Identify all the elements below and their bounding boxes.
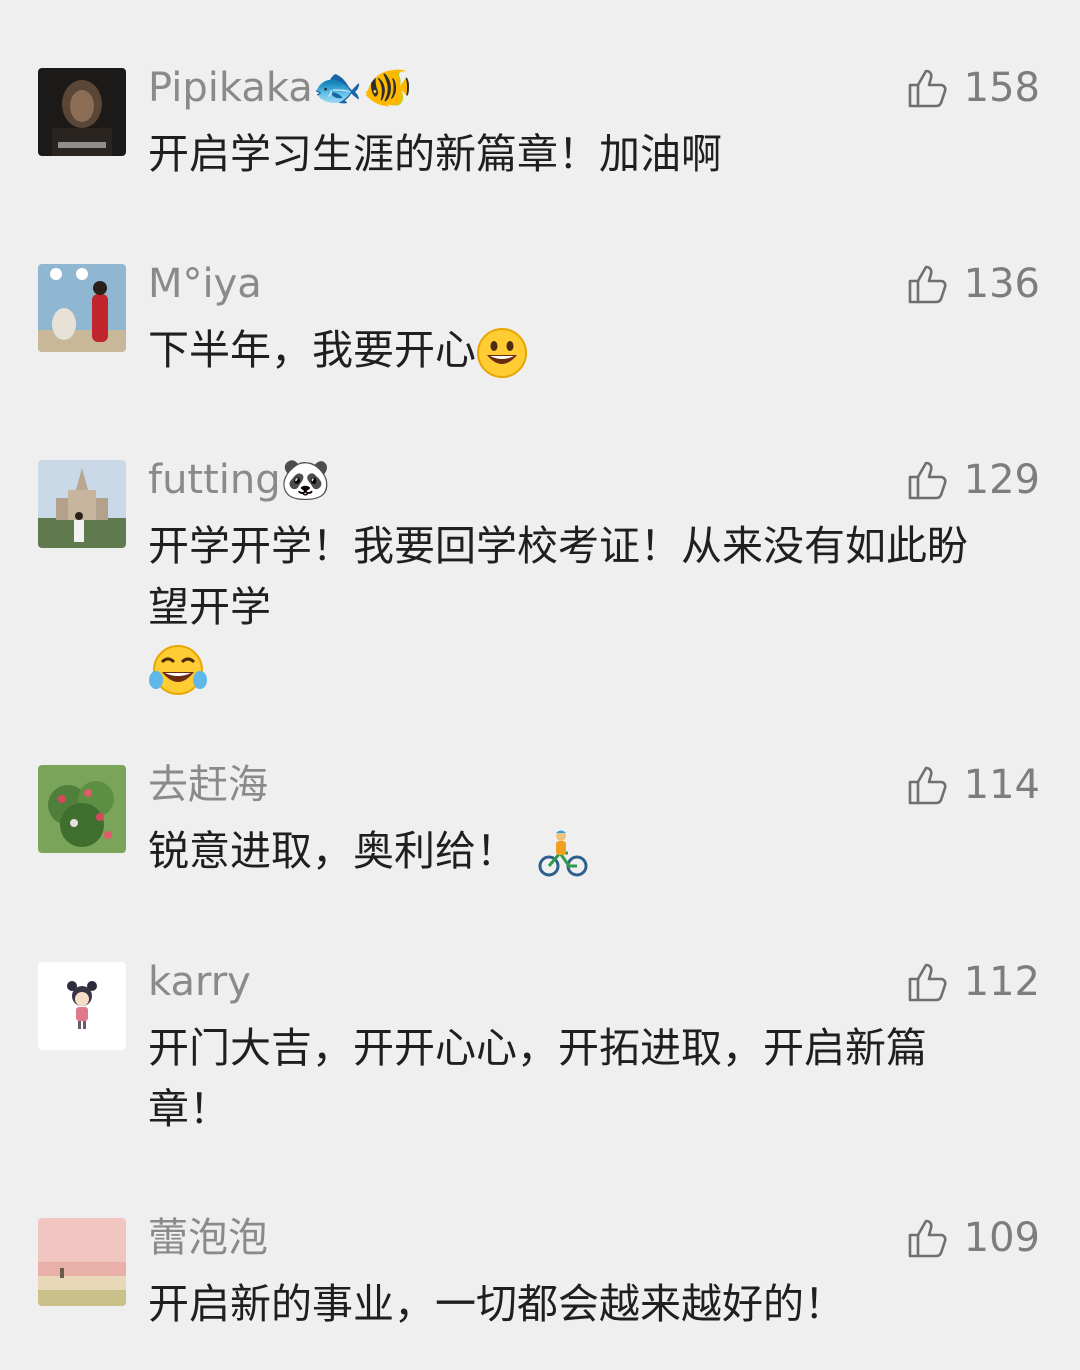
smile-emoji-icon xyxy=(476,327,528,379)
like-count: 158 xyxy=(963,65,1040,111)
thumbs-up-icon xyxy=(906,458,950,502)
username[interactable]: futting🐼 xyxy=(148,456,330,504)
comment-text: 开学开学！我要回学校考证！从来没有如此盼望开学 xyxy=(148,516,1008,700)
like-button[interactable]: 158 xyxy=(906,64,1040,112)
thumbs-up-icon xyxy=(906,262,950,306)
comment-text: 下半年，我要开心 xyxy=(148,320,1018,381)
comment-text-content: 下半年，我要开心 xyxy=(148,326,476,374)
username[interactable]: karry xyxy=(148,958,251,1006)
pink-beach-avatar-icon xyxy=(38,1218,126,1306)
comment-text: 开启新的事业，一切都会越来越好的！ xyxy=(148,1280,845,1328)
flower-bush-avatar-icon xyxy=(38,765,126,853)
avatar[interactable] xyxy=(38,68,126,156)
username[interactable]: M°iya xyxy=(148,260,262,308)
cyclist-emoji-icon xyxy=(538,829,588,879)
cartoon-girl-avatar-icon xyxy=(38,962,126,1050)
avatar[interactable] xyxy=(38,1218,126,1306)
thumbs-up-icon xyxy=(906,66,950,110)
avatar[interactable] xyxy=(38,962,126,1050)
like-button[interactable]: 136 xyxy=(906,260,1040,308)
like-count: 114 xyxy=(963,762,1040,808)
comment-text: 开启学习生涯的新篇章！加油啊 xyxy=(148,130,722,178)
blue-room-photo-avatar-icon xyxy=(38,264,126,352)
comment-text: 开门大吉，开开心心，开拓进取，开启新篇章！ xyxy=(148,1024,927,1133)
castle-photo-avatar-icon xyxy=(38,460,126,548)
avatar[interactable] xyxy=(38,264,126,352)
comment-text: 锐意进取，奥利给！ xyxy=(148,821,1018,882)
comment-text-content: 开学开学！我要回学校考证！从来没有如此盼望开学 xyxy=(148,522,968,631)
like-button[interactable]: 112 xyxy=(906,958,1040,1006)
like-count: 136 xyxy=(963,261,1040,307)
like-button[interactable]: 109 xyxy=(906,1214,1040,1262)
thumbs-up-icon xyxy=(906,960,950,1004)
like-button[interactable]: 129 xyxy=(906,456,1040,504)
tears-of-joy-emoji-icon xyxy=(148,642,208,700)
dark-portrait-avatar-icon xyxy=(38,68,126,156)
comment-text-content: 锐意进取，奥利给！ xyxy=(148,827,517,875)
like-count: 112 xyxy=(963,959,1040,1005)
thumbs-up-icon xyxy=(906,1216,950,1260)
avatar[interactable] xyxy=(38,765,126,853)
username[interactable]: 蕾泡泡 xyxy=(148,1214,268,1262)
username[interactable]: 去赶海 xyxy=(148,761,268,809)
like-button[interactable]: 114 xyxy=(906,761,1040,809)
username[interactable]: Pipikaka🐟🐠 xyxy=(148,64,412,112)
like-count: 109 xyxy=(963,1215,1040,1261)
avatar[interactable] xyxy=(38,460,126,548)
thumbs-up-icon xyxy=(906,763,950,807)
like-count: 129 xyxy=(963,457,1040,503)
